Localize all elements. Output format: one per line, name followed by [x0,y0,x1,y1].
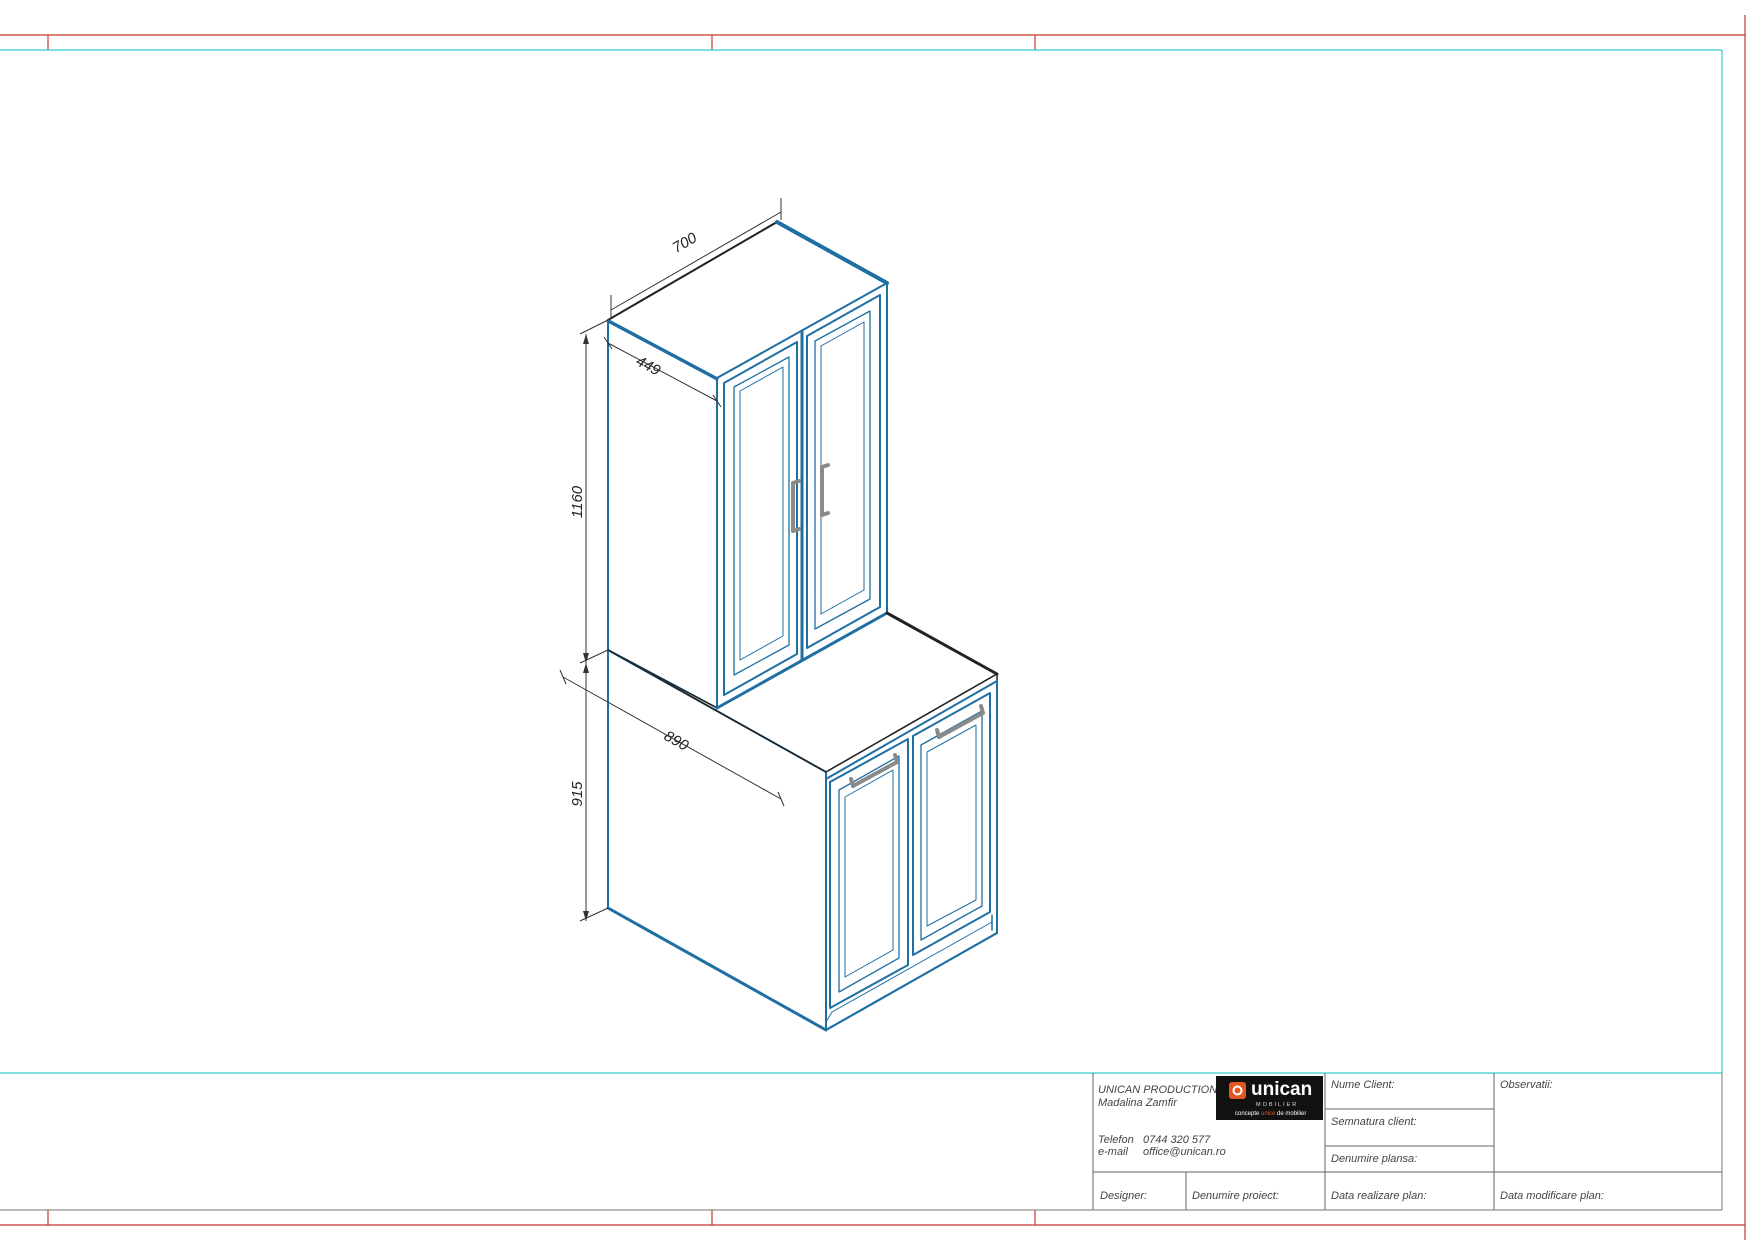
designer-person: Madalina Zamfir [1098,1097,1178,1109]
email-label: e-mail [1098,1146,1129,1158]
unican-logo: unican MOBILIER concepte unice de mobili… [1216,1076,1323,1120]
logo-subtitle: MOBILIER [1256,1102,1298,1108]
phone-number[interactable]: 0744 320 577 [1143,1134,1211,1146]
field-project-name: Denumire proiect: [1192,1190,1279,1202]
technical-drawing-sheet: 700 449 1160 890 915 UNICAN PRODUCTION M… [0,15,1746,1240]
field-observations: Observatii: [1500,1079,1553,1091]
phone-label: Telefon [1098,1134,1134,1146]
dim-label-width-top: 700 [670,229,701,257]
logo-brand: unican [1251,1079,1312,1100]
field-sheet-name: Denumire plansa: [1331,1153,1417,1165]
logo-tagline: concepte unice de mobilier [1235,1111,1306,1117]
company-name: UNICAN PRODUCTION [1098,1084,1217,1096]
field-modified-date: Data modificare plan: [1500,1190,1604,1202]
dim-label-height-top: 1160 [569,485,586,518]
upper-cabinet-side [607,319,718,709]
dim-label-height-bottom: 915 [569,781,586,807]
field-created-date: Data realizare plan: [1331,1190,1426,1202]
field-designer: Designer: [1100,1190,1147,1202]
field-client-name: Nume Client: [1331,1079,1395,1091]
email-address[interactable]: office@unican.ro [1143,1146,1226,1158]
cabinet-isometric [606,220,999,1032]
field-client-signature: Semnatura client: [1331,1116,1417,1128]
title-block: UNICAN PRODUCTION Madalina Zamfir Telefo… [1092,1073,1722,1210]
